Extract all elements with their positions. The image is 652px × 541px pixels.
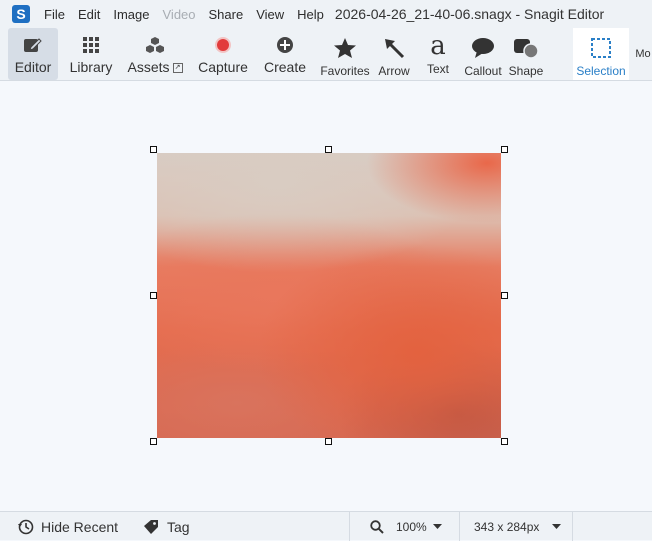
status-divider: [572, 512, 573, 541]
create-button[interactable]: Create: [260, 28, 310, 80]
menu-bar: S File Edit Image Video Share View Help …: [0, 0, 652, 28]
editor-button[interactable]: Editor: [8, 28, 58, 80]
external-link-icon: ↗: [172, 63, 183, 74]
menu-view[interactable]: View: [256, 7, 284, 22]
arrow-label: Arrow: [378, 64, 410, 78]
status-bar: Hide Recent Tag 100% 343 x 284px: [0, 511, 652, 541]
shape-tool[interactable]: Shape: [506, 28, 546, 80]
assets-label: Assets ↗: [127, 59, 183, 75]
menu-image[interactable]: Image: [113, 7, 149, 22]
status-divider: [459, 512, 460, 541]
text-label: Text: [426, 62, 449, 76]
speech-bubble-icon: [471, 36, 495, 60]
grid-icon: [83, 33, 99, 57]
favorites-tool[interactable]: Favorites: [318, 28, 372, 80]
arrow-icon: [383, 36, 405, 60]
magnifier-icon: [370, 519, 384, 534]
resize-handle-bottom-left[interactable]: [150, 438, 157, 445]
library-button[interactable]: Library: [64, 28, 118, 80]
resize-handle-bottom-right[interactable]: [501, 438, 508, 445]
tag-button[interactable]: Tag: [143, 512, 190, 541]
callout-label: Callout: [464, 64, 502, 78]
library-label: Library: [69, 59, 113, 75]
tag-label: Tag: [167, 518, 190, 535]
zoom-value: 100%: [396, 519, 427, 534]
main-toolbar: Editor Library Assets ↗ Capture Create F…: [0, 28, 652, 81]
resize-handle-top[interactable]: [325, 146, 332, 153]
resize-handle-top-left[interactable]: [150, 146, 157, 153]
dashed-selection-icon: [590, 36, 612, 60]
chevron-down-icon: [552, 523, 562, 529]
status-divider: [349, 512, 350, 541]
more-tools-label: Mo: [635, 48, 651, 60]
image-size-control[interactable]: 343 x 284px: [474, 512, 562, 541]
history-clock-icon: [18, 519, 34, 535]
more-tools-button[interactable]: Mo: [634, 28, 652, 80]
text-tool[interactable]: a Text: [420, 28, 456, 80]
editor-label: Editor: [14, 59, 52, 75]
zoom-control[interactable]: 100%: [370, 512, 442, 541]
snagit-logo-icon[interactable]: S: [12, 5, 30, 23]
resize-handle-top-right[interactable]: [501, 146, 508, 153]
arrow-tool[interactable]: Arrow: [374, 28, 414, 80]
menu-edit[interactable]: Edit: [78, 7, 100, 22]
menu-help[interactable]: Help: [297, 7, 324, 22]
hide-recent-button[interactable]: Hide Recent: [17, 512, 118, 541]
selection-tool[interactable]: Selection: [573, 28, 629, 80]
image-dimensions: 343 x 284px: [474, 519, 540, 534]
menu-file[interactable]: File: [44, 7, 65, 22]
plus-circle-icon: [276, 33, 294, 57]
create-label: Create: [263, 59, 307, 75]
shape-label: Shape: [508, 64, 544, 78]
menu-video: Video: [162, 6, 196, 22]
shapes-icon: [513, 36, 539, 60]
callout-tool[interactable]: Callout: [460, 28, 506, 80]
hide-recent-label: Hide Recent: [41, 518, 119, 535]
selection-label: Selection: [576, 64, 626, 78]
capture-label: Capture: [198, 59, 248, 75]
capture-button[interactable]: Capture: [194, 28, 252, 80]
resize-handle-left[interactable]: [150, 292, 157, 299]
window-title: 2026-04-26_21-40-06.snagx - Snagit Edito…: [334, 6, 605, 22]
star-icon: [333, 36, 357, 60]
pencil-box-icon: [23, 33, 43, 57]
resize-handle-right[interactable]: [501, 292, 508, 299]
text-a-icon: a: [430, 31, 446, 61]
tag-icon: [144, 519, 158, 534]
chevron-down-icon: [432, 523, 442, 529]
cubes-icon: [145, 33, 165, 57]
record-dot-icon: [214, 33, 232, 57]
assets-button[interactable]: Assets ↗: [124, 28, 186, 80]
favorites-label: Favorites: [320, 64, 370, 78]
menu-share[interactable]: Share: [209, 7, 244, 22]
resize-handle-bottom[interactable]: [325, 438, 332, 445]
captured-image[interactable]: [157, 153, 501, 438]
